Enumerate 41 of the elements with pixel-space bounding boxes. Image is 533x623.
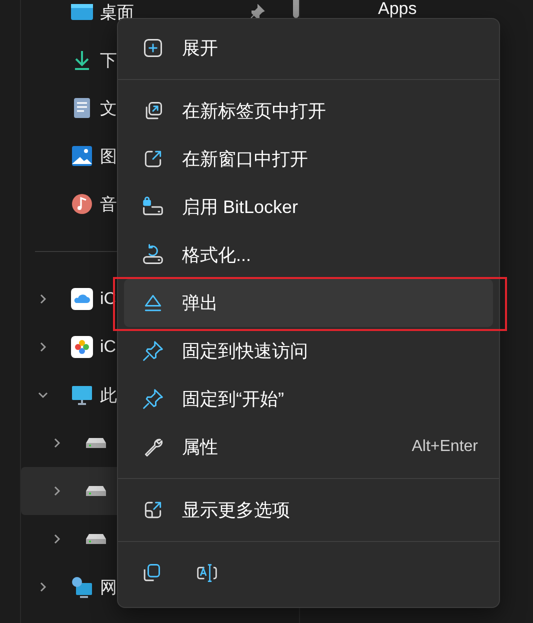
format-drive-icon — [142, 244, 164, 266]
cloud-icon — [71, 288, 93, 310]
menu-item[interactable]: 启用 BitLocker — [124, 183, 493, 231]
menu-item[interactable]: 在新窗口中打开 — [124, 135, 493, 183]
image-icon — [71, 145, 93, 167]
menu-item[interactable]: 属性 Alt+Enter — [124, 423, 493, 471]
nav-item-label[interactable]: iC — [100, 337, 116, 357]
nav-item-label[interactable]: 音 — [100, 192, 117, 216]
menu-item[interactable]: 在新标签页中打开 — [124, 87, 493, 135]
eject-icon — [142, 292, 164, 314]
rename-icon — [196, 562, 218, 584]
menu-item[interactable]: 固定到“开始” — [124, 375, 493, 423]
nav-item-label[interactable]: 下 — [100, 48, 117, 72]
wrench-icon — [142, 436, 164, 458]
document-icon — [71, 97, 93, 119]
drive-icon — [85, 533, 107, 545]
nav-item-label[interactable]: 网 — [100, 576, 117, 598]
new-window-icon — [142, 148, 164, 170]
drive-icon — [85, 437, 107, 449]
menu-item[interactable]: 展开 — [124, 24, 493, 72]
monitor-icon — [71, 384, 93, 406]
pin-icon — [142, 388, 164, 410]
desktop-icon — [71, 1, 93, 23]
menu-item[interactable]: 显示更多选项 — [124, 486, 493, 534]
section-heading: Apps — [378, 0, 418, 17]
more-options-icon — [142, 499, 164, 521]
nav-item-label[interactable]: 此 — [100, 384, 117, 406]
nav-item-label[interactable]: 文 — [100, 96, 117, 120]
network-icon — [71, 576, 93, 598]
scrollbar-thumb[interactable] — [293, 0, 299, 18]
menu-item[interactable]: 弹出 — [124, 279, 493, 327]
shortcut-label: Alt+Enter — [412, 438, 478, 456]
lock-drive-icon — [142, 196, 164, 218]
drive-icon — [85, 485, 107, 497]
photos-icon — [71, 336, 93, 358]
menu-item[interactable]: 格式化... — [124, 231, 493, 279]
music-icon — [71, 193, 93, 215]
expand-icon — [142, 37, 164, 59]
nav-item-label[interactable]: 图 — [100, 144, 117, 168]
pin-icon — [142, 340, 164, 362]
menu-item[interactable]: 固定到快速访问 — [124, 327, 493, 375]
